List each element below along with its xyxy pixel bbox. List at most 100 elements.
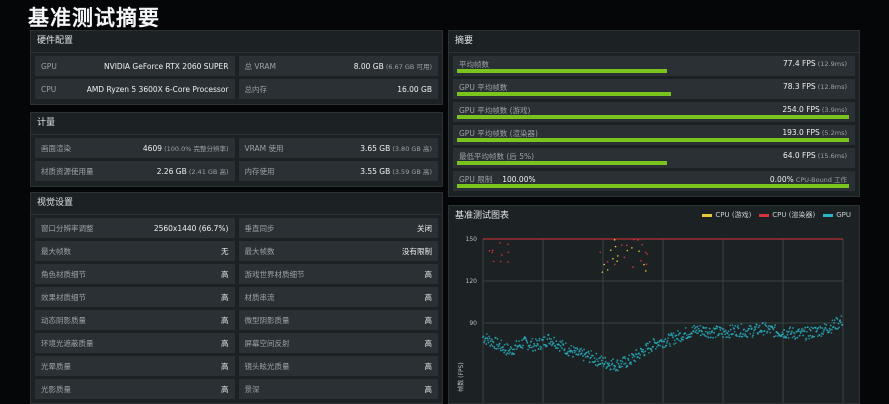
gpu-point (773, 335, 776, 338)
setting-row-value: 关闭 (417, 223, 432, 233)
gpu-point (746, 336, 749, 338)
setting-row-label: 总 VRAM (244, 61, 277, 71)
gpu-point (513, 348, 516, 351)
gpu-point (637, 356, 639, 359)
gpu-point (624, 357, 627, 360)
gpu-point (573, 349, 576, 352)
gpu-point (718, 332, 721, 335)
summary-row-bar (457, 138, 850, 142)
gpu-point (748, 327, 751, 330)
gpu-point (700, 330, 703, 333)
gpu-point (483, 339, 486, 342)
setting-row: 光晕质量 高 (35, 356, 235, 376)
gpu-point (794, 337, 797, 340)
gpu-point (682, 338, 684, 341)
gpu-point (600, 359, 603, 362)
gpu-point (707, 332, 709, 335)
setting-row-label: 材质资源使用量 (41, 166, 94, 176)
cpu-spike-point (499, 242, 501, 244)
gpu-point (490, 343, 493, 346)
summary-row-label-value: 100.00% (502, 175, 536, 184)
gpu-point (574, 350, 577, 352)
gpu-point (498, 342, 501, 345)
setting-row: 画面渲染 4609 (100.0% 完整分辨率) (35, 138, 235, 158)
setting-row-value: 高 (221, 315, 229, 325)
setting-row-value: 4609 (100.0% 完整分辨率) (142, 144, 229, 153)
gpu-point (831, 319, 834, 322)
gpu-point (682, 336, 685, 339)
gpu-point (697, 327, 700, 330)
gpu-point (720, 333, 723, 336)
gpu-point (604, 356, 607, 359)
gpu-point (716, 325, 719, 328)
setting-row: 垂直同步 关闭 (238, 218, 438, 238)
gpu-point (752, 332, 755, 334)
gpu-point (808, 337, 811, 340)
setting-row-label: 内存使用 (244, 166, 275, 176)
gpu-point (684, 332, 687, 335)
gpu-point (592, 354, 594, 357)
setting-row-label: GPU (41, 61, 57, 71)
gpu-point (768, 328, 771, 331)
gpu-point (737, 327, 740, 330)
gpu-point (697, 332, 699, 335)
gpu-point (485, 343, 488, 345)
gpu-point (669, 345, 672, 347)
gpu-point (615, 361, 618, 364)
gpu-point (619, 366, 622, 369)
legend-item: CPU (游戏) (702, 210, 751, 220)
hardware-panel: 硬件配置 GPU NVIDIA GeForce RTX 2060 SUPER 总 V… (30, 30, 443, 105)
setting-row-value: 高 (424, 315, 433, 325)
gpu-point (696, 325, 699, 328)
gpu-point (698, 329, 701, 332)
gpu-point (487, 339, 489, 342)
gpu-point (560, 347, 563, 350)
setting-row-value: 16.00 GB (397, 84, 432, 94)
gpu-point (614, 365, 617, 368)
gpu-point (599, 362, 602, 365)
summary-row-value: 64.0 FPS (15.6ms) (782, 151, 847, 160)
gpu-point (766, 330, 769, 333)
gpu-point (499, 349, 502, 352)
gpu-point (762, 333, 765, 336)
gpu-point (537, 348, 540, 350)
summary-row: GPU 平均帧数 (游戏) 254.0 FPS (3.9ms) (453, 102, 855, 122)
gpu-point (711, 330, 714, 332)
gpu-point (828, 327, 831, 330)
metrics-panel: 计量 画面渲染 4609 (100.0% 完整分辨率) VRAM 使用 3.65 GB… (30, 112, 443, 187)
gpu-point (552, 342, 555, 344)
gpu-point (781, 331, 784, 334)
chart-legend: CPU (游戏) CPU (渲染器) GPU (702, 210, 851, 220)
chart-y-axis-label: 帧数 (FPS) (457, 362, 465, 391)
gpu-point (635, 349, 638, 351)
gpu-point (830, 328, 833, 331)
gpu-point (564, 342, 567, 345)
gpu-point (580, 347, 583, 350)
gpu-point (638, 357, 641, 360)
legend-label: GPU (836, 211, 851, 219)
summary-row-sub: (12.8ms) (815, 83, 847, 91)
setting-row-label: 镜头眩光质量 (244, 361, 290, 371)
gpu-point (668, 343, 671, 345)
setting-row-label: 环境光遮蔽质量 (41, 338, 94, 348)
gpu-point (549, 343, 552, 345)
gpu-point (547, 333, 550, 336)
gpu-point (581, 349, 584, 352)
setting-row-value: 高 (221, 361, 229, 371)
gpu-point (607, 365, 609, 368)
gpu-point (805, 330, 808, 333)
gpu-point (500, 339, 503, 342)
gpu-point (679, 340, 682, 343)
gpu-point (803, 330, 806, 333)
summary-row-value: 0.00% CPU-Bound 工作 (769, 175, 847, 184)
gpu-point (503, 351, 506, 354)
setting-row-value: 高 (424, 384, 433, 394)
setting-row: 光影质量 高 (35, 379, 235, 399)
setting-row: CPU AMD Ryzen 5 3600X 6-Core Processor (35, 79, 235, 99)
gpu-point (535, 339, 538, 342)
setting-row: 最大帧数 无 (35, 241, 235, 261)
gpu-point (546, 338, 549, 340)
setting-row: 镜头眩光质量 高 (238, 356, 438, 376)
gpu-point (812, 327, 814, 330)
gpu-point (532, 350, 534, 352)
